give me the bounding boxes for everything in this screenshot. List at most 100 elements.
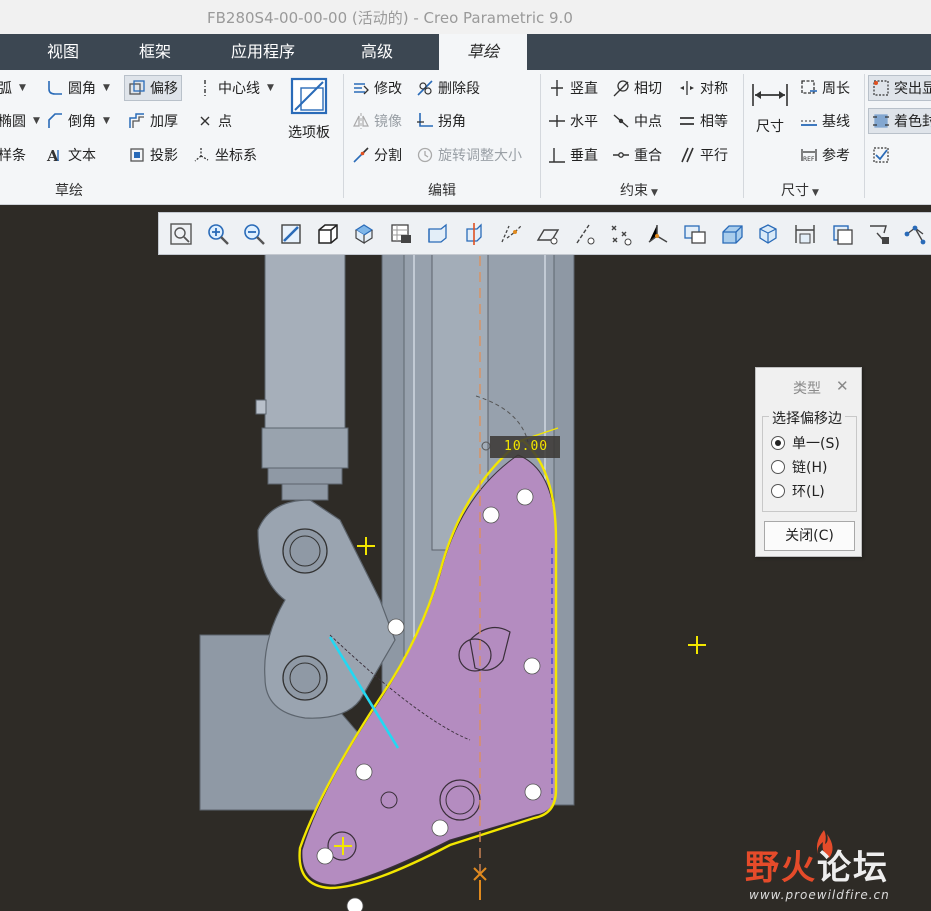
ellipse-button[interactable]: 椭圆 ▼ [0,108,40,134]
text-button[interactable]: A 文本 [46,142,96,168]
close-button[interactable]: 关闭(C) [764,521,855,551]
modify-button[interactable]: 修改 [352,75,402,101]
coordsys-button[interactable]: 坐标系 [193,142,257,168]
coincident-constraint-button[interactable]: 重合 [612,142,662,168]
annotation-display-button[interactable] [679,218,711,250]
tab-applications[interactable]: 应用程序 [218,34,308,70]
radio-button[interactable] [771,484,785,498]
equal-constraint-button[interactable]: 相等 [678,108,728,134]
tab-view[interactable]: 视图 [30,34,96,70]
offset-dimension-value[interactable]: 10.00 [504,439,548,454]
repaint-button[interactable] [275,218,307,250]
zoom-out-button[interactable] [238,218,270,250]
ribbon-tab-bar: 视图 框架 应用程序 高级 草绘 [0,34,931,70]
shading-icon [721,224,743,244]
zoom-in-button[interactable] [202,218,234,250]
csys-display-button[interactable] [642,218,674,250]
grid-display-button[interactable] [863,218,895,250]
close-icon[interactable]: ✕ [836,377,849,395]
point-button[interactable]: 点 [196,108,232,134]
perpendicular-constraint-button[interactable]: 垂直 [548,142,598,168]
project-icon [128,146,146,164]
thicken-button[interactable]: 加厚 [128,108,178,134]
vertical-constraint-button[interactable]: 竖直 [548,75,598,101]
tangent-constraint-button[interactable]: 相切 [612,75,662,101]
perimeter-button[interactable]: 周长 [800,75,850,101]
tab-advanced[interactable]: 高级 [344,34,410,70]
offset-button[interactable]: 偏移 [124,75,182,101]
rotate-resize-button[interactable]: 旋转调整大小 [416,142,522,168]
tab-sketch[interactable]: 草绘 [439,34,527,70]
constraint-display-button[interactable] [826,218,858,250]
shade-closed-loops-button[interactable]: 着色封 [868,108,931,134]
highlight-open-ends-button[interactable]: 突出显 [868,75,931,101]
delete-segment-button[interactable]: 删除段 [416,75,480,101]
dimension-button[interactable]: 尺寸 [750,80,790,136]
display-style-button[interactable] [312,218,344,250]
transparency-button[interactable] [753,218,785,250]
arc-button[interactable]: 弧 ▼ [0,75,26,101]
radio-button-selected[interactable] [771,436,785,450]
symmetric-constraint-button[interactable]: 对称 [678,75,728,101]
point-label: 点 [218,114,232,130]
overlapping-geometry-button[interactable] [872,142,890,168]
mirror-button[interactable]: 镜像 [352,108,402,134]
view-manager-button[interactable] [385,218,417,250]
datum-display-button[interactable] [495,218,527,250]
sketch-dimension-display-button[interactable] [789,218,821,250]
fillet-label: 圆角 [68,81,96,97]
model-canvas[interactable] [0,205,931,911]
group-label-constrain[interactable]: 约束 ▼ [620,180,658,200]
section-button[interactable] [422,218,454,250]
centerline-button[interactable]: 中心线 ▼ [196,75,274,101]
horizontal-constraint-button[interactable]: 水平 [548,108,598,134]
saved-orientations-button[interactable] [349,218,381,250]
divide-icon [352,146,370,164]
chamfer-button[interactable]: 倒角 ▼ [46,108,110,134]
watermark-char-1: 野 [745,848,781,888]
spline-button[interactable]: 样条 [0,142,26,168]
divide-label: 分割 [374,148,402,164]
radio-button[interactable] [771,460,785,474]
project-button[interactable]: 投影 [128,142,178,168]
radio-single[interactable]: 单一(S) [771,433,840,453]
point-icon [196,112,214,130]
view-manager-icon [391,223,412,243]
refit-button[interactable] [165,218,197,250]
graphics-viewport[interactable]: 10.00 [0,205,931,911]
parallel-constraint-button[interactable]: 平行 [678,142,728,168]
zoom-out-icon [244,223,266,245]
midpoint-constraint-button[interactable]: 中点 [612,108,662,134]
corner-button[interactable]: 拐角 [416,108,466,134]
shading-button[interactable] [716,218,748,250]
axis-display-button[interactable] [569,218,601,250]
coincident-icon [612,146,630,164]
point-display-button[interactable] [606,218,638,250]
grid-display-icon [869,224,889,244]
radio-loop[interactable]: 环(L) [771,481,825,501]
group-label-dimension[interactable]: 尺寸 ▼ [781,180,819,200]
parallel-label: 平行 [700,148,728,164]
corner-icon [416,112,434,130]
link-arm [257,499,396,719]
plane-display-button[interactable] [532,218,564,250]
svg-text:A: A [46,147,59,164]
delete-segment-icon [416,79,434,97]
vertex-display-button[interactable] [899,218,931,250]
offset-type-dialog: 类型 ✕ 选择偏移边 单一(S) 链(H) 环(L) 关闭(C) [755,367,862,557]
fillet-button[interactable]: 圆角 ▼ [46,75,110,101]
tab-frame[interactable]: 框架 [124,34,186,70]
radio-chain[interactable]: 链(H) [771,457,827,477]
reference-button[interactable]: REF 参考 [800,142,850,168]
vertex-display-icon [904,225,926,244]
divide-button[interactable]: 分割 [352,142,402,168]
parallel-icon [678,146,696,164]
mirror-label: 镜像 [374,114,402,130]
cylinder-fitting [255,399,267,415]
text-icon: A [46,146,64,164]
baseline-button[interactable]: 基线 [800,108,850,134]
palette-button[interactable]: 选项板 [288,76,330,142]
spin-center-button[interactable] [459,218,491,250]
dialog-header[interactable]: 类型 ✕ [756,368,861,404]
text-label: 文本 [68,148,96,164]
